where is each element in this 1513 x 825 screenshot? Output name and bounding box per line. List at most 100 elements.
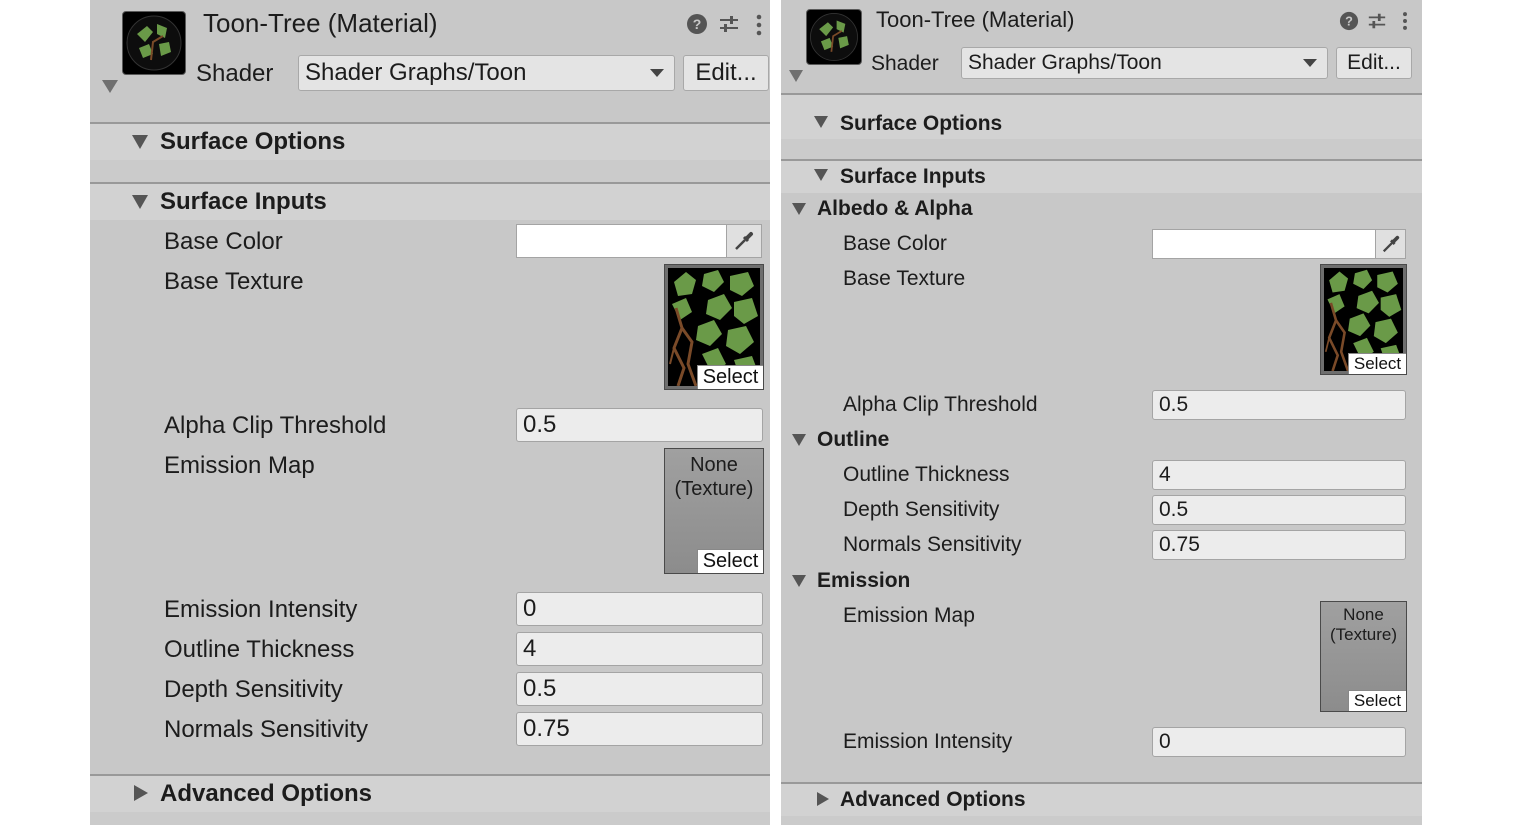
section-header-advanced-options[interactable]: Advanced Options — [90, 776, 770, 812]
foldout-expanded-icon — [792, 203, 806, 215]
outline-thickness-label: Outline Thickness — [843, 463, 1010, 486]
foldout-expanded-icon — [132, 195, 148, 209]
help-icon[interactable]: ? — [686, 13, 708, 35]
section-label: Surface Inputs — [840, 165, 986, 188]
emission-map-none-text: None (Texture) — [1321, 605, 1406, 646]
foldout-expanded-icon — [792, 575, 806, 587]
normals-sensitivity-field[interactable]: 0.75 — [516, 712, 763, 746]
foldout-expanded-icon — [792, 434, 806, 446]
section-spacer — [781, 816, 1422, 825]
subsection-header-albedo-alpha[interactable]: Albedo & Alpha — [781, 195, 1422, 225]
eyedropper-icon — [735, 232, 753, 250]
kebab-menu-icon[interactable] — [1399, 10, 1411, 32]
emission-intensity-field[interactable]: 0 — [1152, 727, 1406, 757]
eyedropper-button[interactable] — [1375, 229, 1406, 259]
kebab-menu-icon[interactable] — [752, 13, 766, 37]
select-texture-button[interactable]: Select — [1348, 353, 1406, 374]
section-header-surface-options[interactable]: Surface Options — [781, 95, 1422, 139]
field-value: 0 — [1159, 730, 1171, 753]
section-header-surface-inputs[interactable]: Surface Inputs — [781, 161, 1422, 193]
help-icon[interactable]: ? — [1339, 11, 1359, 31]
foldout-collapsed-icon — [134, 785, 148, 801]
outline-thickness-field[interactable]: 4 — [516, 632, 763, 666]
alpha-clip-threshold-field[interactable]: 0.5 — [516, 408, 763, 442]
depth-sensitivity-label: Depth Sensitivity — [164, 676, 343, 703]
header-foldout-icon[interactable] — [102, 80, 118, 93]
shader-label: Shader — [871, 52, 939, 75]
depth-sensitivity-field[interactable]: 0.5 — [516, 672, 763, 706]
section-header-surface-options[interactable]: Surface Options — [90, 124, 770, 160]
subsection-label: Albedo & Alpha — [817, 197, 973, 220]
subsection-label: Outline — [817, 428, 890, 451]
field-value: 0 — [523, 595, 537, 622]
normals-sensitivity-label: Normals Sensitivity — [843, 533, 1022, 556]
section-label: Advanced Options — [840, 788, 1026, 811]
section-label: Advanced Options — [160, 780, 373, 807]
outline-thickness-label: Outline Thickness — [164, 636, 355, 663]
shader-label: Shader — [196, 60, 274, 87]
sliders-icon[interactable] — [1367, 11, 1387, 31]
base-texture-label: Base Texture — [164, 268, 304, 295]
chevron-down-icon — [1303, 59, 1317, 67]
foldout-collapsed-icon — [817, 792, 829, 806]
base-color-label: Base Color — [843, 232, 947, 255]
base-texture-slot[interactable]: Select — [1320, 264, 1407, 375]
base-color-swatch[interactable] — [1152, 229, 1376, 259]
edit-shader-button[interactable]: Edit... — [1336, 47, 1412, 79]
select-texture-button[interactable]: Select — [697, 365, 763, 389]
shader-dropdown-value: Shader Graphs/Toon — [968, 51, 1162, 74]
section-label: Surface Options — [840, 112, 1003, 135]
foldout-expanded-icon — [132, 135, 148, 149]
outline-thickness-field[interactable]: 4 — [1152, 460, 1406, 490]
none-line: None — [690, 454, 738, 476]
svg-text:?: ? — [693, 16, 702, 32]
material-title: Toon-Tree (Material) — [203, 8, 438, 38]
field-value: 4 — [523, 635, 537, 662]
alpha-clip-threshold-field[interactable]: 0.5 — [1152, 390, 1406, 420]
eyedropper-button[interactable] — [726, 224, 762, 258]
section-label: Surface Options — [160, 128, 346, 155]
emission-map-slot[interactable]: None (Texture) Select — [1320, 601, 1407, 712]
section-spacer — [781, 139, 1422, 159]
edit-shader-button[interactable]: Edit... — [683, 55, 769, 91]
shader-dropdown[interactable]: Shader Graphs/Toon — [961, 47, 1328, 79]
select-texture-button[interactable]: Select — [697, 549, 763, 573]
base-texture-slot[interactable]: Select — [664, 264, 764, 390]
normals-sensitivity-label: Normals Sensitivity — [164, 716, 369, 743]
emission-map-slot[interactable]: None (Texture) Select — [664, 448, 764, 574]
emission-intensity-label: Emission Intensity — [843, 730, 1013, 753]
foldout-expanded-icon — [814, 116, 828, 128]
alpha-clip-threshold-label: Alpha Clip Threshold — [164, 412, 387, 439]
texture-line: (Texture) — [1329, 625, 1398, 645]
field-value: 0.5 — [523, 675, 557, 702]
select-texture-button[interactable]: Select — [1348, 690, 1406, 711]
material-preview-thumbnail — [806, 9, 862, 65]
base-color-swatch[interactable] — [516, 224, 728, 258]
field-value: 0.5 — [523, 411, 557, 438]
shader-dropdown[interactable]: Shader Graphs/Toon — [298, 55, 675, 91]
subsection-label: Emission — [817, 569, 911, 592]
normals-sensitivity-field[interactable]: 0.75 — [1152, 530, 1406, 560]
depth-sensitivity-label: Depth Sensitivity — [843, 498, 1000, 521]
emission-map-none-text: None (Texture) — [665, 453, 763, 501]
subsection-header-emission[interactable]: Emission — [781, 567, 1422, 597]
section-spacer — [90, 812, 770, 825]
sliders-icon[interactable] — [718, 13, 740, 35]
field-value: 0.5 — [1159, 498, 1189, 521]
depth-sensitivity-field[interactable]: 0.5 — [1152, 495, 1406, 525]
emission-intensity-field[interactable]: 0 — [516, 592, 763, 626]
field-value: 0.75 — [523, 715, 570, 742]
header-foldout-icon[interactable] — [789, 70, 803, 82]
field-value: 4 — [1159, 463, 1171, 486]
shader-dropdown-value: Shader Graphs/Toon — [305, 59, 527, 86]
section-spacer — [90, 160, 770, 182]
emission-map-label: Emission Map — [843, 604, 975, 627]
section-header-surface-inputs[interactable]: Surface Inputs — [90, 184, 770, 220]
field-value: 0.5 — [1159, 393, 1189, 416]
material-title: Toon-Tree (Material) — [876, 7, 1075, 32]
section-label: Surface Inputs — [160, 188, 327, 215]
section-header-advanced-options[interactable]: Advanced Options — [781, 784, 1422, 816]
subsection-header-outline[interactable]: Outline — [781, 426, 1422, 456]
alpha-clip-threshold-label: Alpha Clip Threshold — [843, 393, 1038, 416]
inspector-panel-left: Toon-Tree (Material) ? Shader Shader Gra… — [90, 0, 770, 825]
